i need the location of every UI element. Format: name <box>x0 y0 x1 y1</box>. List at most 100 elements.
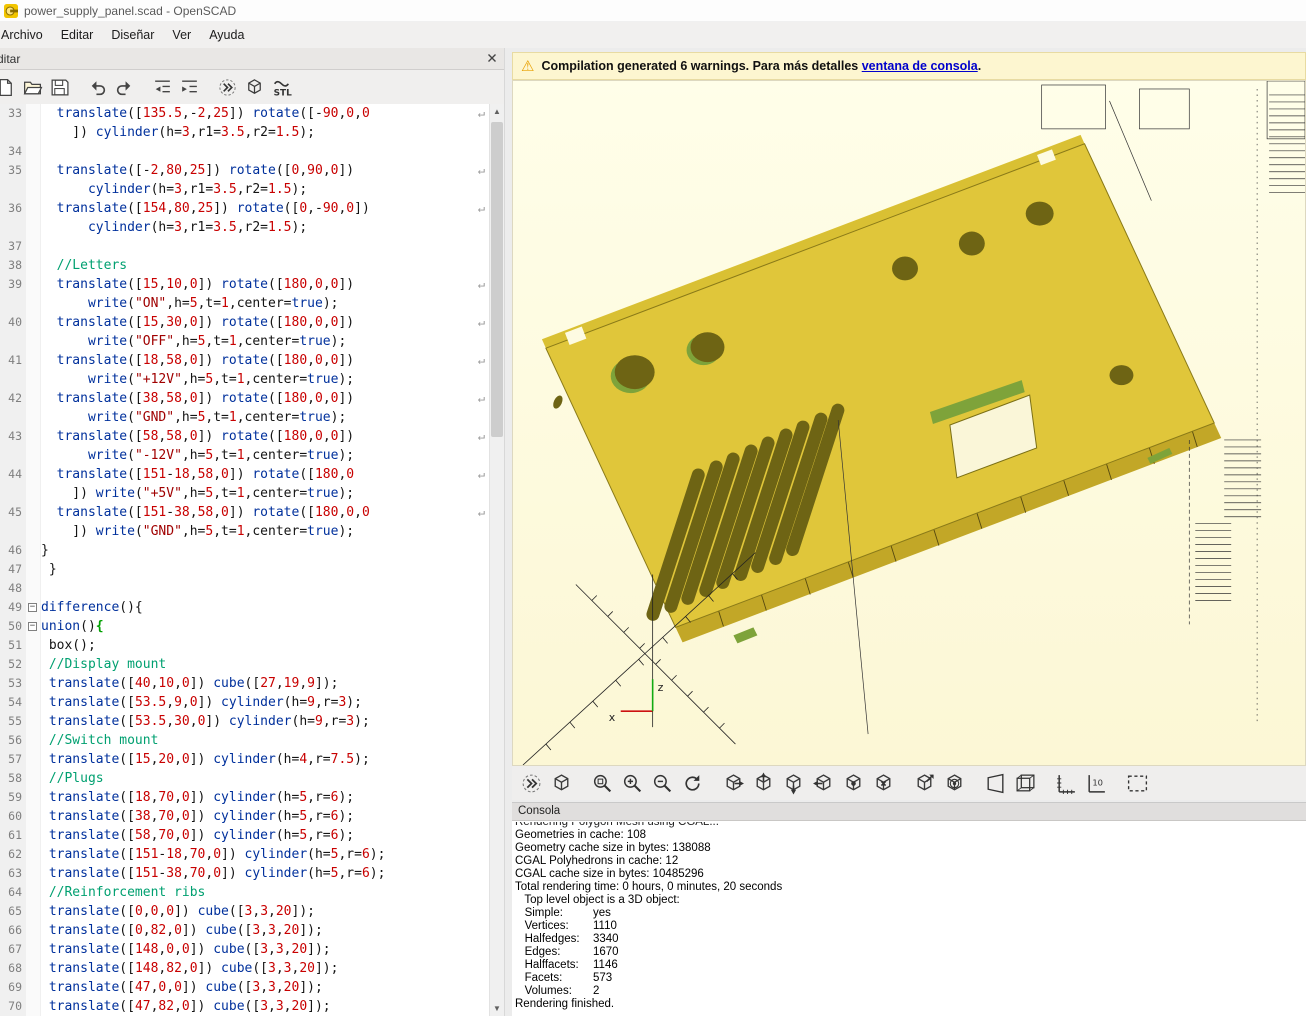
code-line[interactable]: 49−difference(){ <box>0 598 489 617</box>
code-line[interactable]: 56 //Switch mount <box>0 731 489 750</box>
unindent-button[interactable] <box>149 74 176 101</box>
undo-button[interactable] <box>84 74 111 101</box>
view-center-button[interactable] <box>939 769 969 797</box>
code-line[interactable]: 59 translate([18,70,0]) cylinder(h=5,r=6… <box>0 788 489 807</box>
open-file-button[interactable] <box>19 74 46 101</box>
code-line[interactable]: 68 translate([148,82,0]) cube([3,3,20]); <box>0 959 489 978</box>
code-line[interactable]: 52 //Display mount <box>0 655 489 674</box>
indent-button[interactable] <box>176 74 203 101</box>
code-line[interactable]: 69 translate([47,0,0]) cube([3,3,20]); <box>0 978 489 997</box>
code-line[interactable]: write("GND",h=5,t=1,center=true); <box>0 408 489 427</box>
window-title: power_supply_panel.scad - OpenSCAD <box>24 4 236 18</box>
scrollbar-thumb[interactable] <box>491 122 503 437</box>
code-line[interactable]: 70 translate([47,82,0]) cube([3,3,20]); <box>0 997 489 1016</box>
menu-diseñar[interactable]: Diseñar <box>102 24 163 46</box>
perspective-button[interactable] <box>980 769 1010 797</box>
scroll-up-arrow[interactable]: ▲ <box>490 104 504 119</box>
code-line[interactable]: 37 <box>0 237 489 256</box>
zoom-all-button[interactable] <box>587 769 617 797</box>
menu-editar[interactable]: Editar <box>52 24 103 46</box>
render-button[interactable] <box>546 769 576 797</box>
warning-bar: ⚠ Compilation generated 6 warnings. Para… <box>512 52 1306 80</box>
view-bottom-button[interactable] <box>778 769 808 797</box>
menu-ver[interactable]: Ver <box>163 24 200 46</box>
render-preview-button[interactable] <box>516 769 546 797</box>
show-scale-markers-button[interactable]: 10 <box>1081 769 1111 797</box>
code-line[interactable]: 48 <box>0 579 489 598</box>
3d-viewport[interactable]: x z <box>512 80 1306 766</box>
code-line[interactable]: write("-12V",h=5,t=1,center=true); <box>0 446 489 465</box>
code-line[interactable]: write("+12V",h=5,t=1,center=true); <box>0 370 489 389</box>
code-line[interactable]: 39 translate([15,10,0]) rotate([180,0,0]… <box>0 275 489 294</box>
console-output[interactable]: Rendering Polygon Mesh using CGAL...Geom… <box>512 822 1306 1016</box>
code-line[interactable]: write("OFF",h=5,t=1,center=true); <box>0 332 489 351</box>
code-line[interactable]: 67 translate([148,0,0]) cube([3,3,20]); <box>0 940 489 959</box>
code-line[interactable]: cylinder(h=3,r1=3.5,r2=1.5); <box>0 180 489 199</box>
code-line[interactable]: 40 translate([15,30,0]) rotate([180,0,0]… <box>0 313 489 332</box>
close-icon[interactable] <box>485 51 499 65</box>
reset-view-button[interactable] <box>677 769 707 797</box>
code-line[interactable]: 51 box(); <box>0 636 489 655</box>
code-line[interactable]: 61 translate([58,70,0]) cylinder(h=5,r=6… <box>0 826 489 845</box>
code-line[interactable]: 33 translate([135.5,-2,25]) rotate([-90,… <box>0 104 489 123</box>
editor-scrollbar[interactable]: ▲ ▼ <box>489 104 504 1016</box>
fold-marker[interactable]: − <box>26 617 41 636</box>
view-all-button[interactable] <box>1122 769 1152 797</box>
code-line[interactable]: 38 //Letters <box>0 256 489 275</box>
code-line[interactable]: write("ON",h=5,t=1,center=true); <box>0 294 489 313</box>
preview-button[interactable] <box>214 74 241 101</box>
code-line[interactable]: 64 //Reinforcement ribs <box>0 883 489 902</box>
code-line[interactable]: 62 translate([151-18,70,0]) cylinder(h=5… <box>0 845 489 864</box>
render-button[interactable] <box>241 74 268 101</box>
code-line[interactable]: ]) write("+5V",h=5,t=1,center=true); <box>0 484 489 503</box>
code-line[interactable]: 54 translate([53.5,9,0]) cylinder(h=9,r=… <box>0 693 489 712</box>
fold-margin <box>26 180 41 199</box>
code-line[interactable]: ]) write("GND",h=5,t=1,center=true); <box>0 522 489 541</box>
code-line[interactable]: 50−union(){ <box>0 617 489 636</box>
code-line[interactable]: 65 translate([0,0,0]) cube([3,3,20]); <box>0 902 489 921</box>
code-line[interactable]: 35 translate([-2,80,25]) rotate([0,90,0]… <box>0 161 489 180</box>
zoom-in-button[interactable] <box>617 769 647 797</box>
code-line[interactable]: 42 translate([38,58,0]) rotate([180,0,0]… <box>0 389 489 408</box>
code-line[interactable]: 46} <box>0 541 489 560</box>
new-file-button[interactable] <box>0 74 19 101</box>
code-editor[interactable]: 33 translate([135.5,-2,25]) rotate([-90,… <box>0 104 504 1016</box>
code-line[interactable]: 43 translate([58,58,0]) rotate([180,0,0]… <box>0 427 489 446</box>
code-line[interactable]: 34 <box>0 142 489 161</box>
code-line[interactable]: 45 translate([151-38,58,0]) rotate([180,… <box>0 503 489 522</box>
code-line[interactable]: cylinder(h=3,r1=3.5,r2=1.5); <box>0 218 489 237</box>
code-line[interactable]: 57 translate([15,20,0]) cylinder(h=4,r=7… <box>0 750 489 769</box>
code-line[interactable]: 44 translate([151-18,58,0]) rotate([180,… <box>0 465 489 484</box>
line-number: 39 <box>0 275 26 294</box>
code-line[interactable]: 36 translate([154,80,25]) rotate([0,-90,… <box>0 199 489 218</box>
code-line[interactable]: 55 translate([53.5,30,0]) cylinder(h=9,r… <box>0 712 489 731</box>
scroll-down-arrow[interactable]: ▼ <box>490 1001 504 1016</box>
redo-button[interactable] <box>111 74 138 101</box>
export-stl-button[interactable]: STL <box>268 74 295 101</box>
code-line[interactable]: 41 translate([18,58,0]) rotate([180,0,0]… <box>0 351 489 370</box>
view-top-button[interactable] <box>748 769 778 797</box>
view-diagonal-button[interactable] <box>909 769 939 797</box>
view-right-button[interactable] <box>718 769 748 797</box>
fold-marker[interactable]: − <box>26 598 41 617</box>
save-file-button[interactable] <box>46 74 73 101</box>
view-back-button[interactable] <box>868 769 898 797</box>
code-line[interactable]: 58 //Plugs <box>0 769 489 788</box>
console-window-link[interactable]: ventana de consola <box>862 59 978 73</box>
menu-archivo[interactable]: Archivo <box>0 24 52 46</box>
view-left-button[interactable] <box>808 769 838 797</box>
code-line[interactable]: ]) cylinder(h=3,r1=3.5,r2=1.5); <box>0 123 489 142</box>
code-line[interactable]: 66 translate([0,82,0]) cube([3,3,20]); <box>0 921 489 940</box>
zoom-out-button[interactable] <box>647 769 677 797</box>
menu-ayuda[interactable]: Ayuda <box>200 24 253 46</box>
code-line[interactable]: 60 translate([38,70,0]) cylinder(h=5,r=6… <box>0 807 489 826</box>
fold-margin <box>26 294 41 313</box>
view-front-button[interactable] <box>838 769 868 797</box>
code-line[interactable]: 63 translate([151-38,70,0]) cylinder(h=5… <box>0 864 489 883</box>
code-line[interactable]: 47 } <box>0 560 489 579</box>
code-line[interactable]: 53 translate([40,10,0]) cube([27,19,9]); <box>0 674 489 693</box>
fold-margin <box>26 845 41 864</box>
show-axes-button[interactable] <box>1051 769 1081 797</box>
panel-splitter[interactable] <box>505 48 512 1016</box>
orthogonal-button[interactable] <box>1010 769 1040 797</box>
